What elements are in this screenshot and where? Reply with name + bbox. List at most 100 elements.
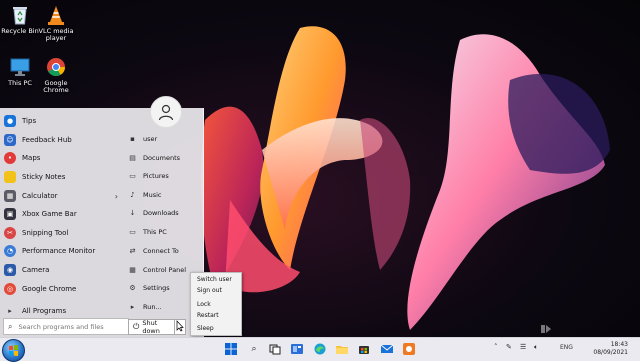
place-label: Control Panel [143,266,187,274]
store-icon[interactable] [357,342,371,356]
start-app-maps[interactable]: • Maps [4,150,118,166]
app-orange-icon[interactable] [402,342,416,356]
start-app-calculator[interactable]: ▦ Calculator › [4,188,118,204]
settings-gear-icon: ⚙ [129,284,136,292]
camera-icon: ◉ [4,264,16,276]
place-control-panel[interactable]: ▦ Control Panel [128,262,186,278]
start-app-tips[interactable]: ● Tips [4,113,118,129]
this-pc-icon: ▭ [129,228,136,236]
place-documents[interactable]: ▤ Documents [128,150,180,166]
place-this-pc[interactable]: ▭ This PC [128,224,167,240]
power-options-menu: Switch user Sign out Lock Restart Sleep [190,272,242,336]
start-app-snipping-tool[interactable]: ✂ Snipping Tool [4,225,118,241]
desktop-icon-label: This PC [8,79,32,87]
performance-monitor-icon: ◔ [4,245,16,257]
tips-icon: ● [4,115,16,127]
place-settings[interactable]: ⚙ Settings [128,280,170,296]
vlc-cone-icon [45,4,67,26]
place-label: Run... [143,303,162,311]
power-icon: ⏻ [133,322,140,331]
place-label: Downloads [143,209,179,217]
windows-logo-icon [225,343,237,355]
pictures-icon: ▭ [129,172,136,180]
feedback-icon: ☺ [4,134,16,146]
edge-icon[interactable] [313,342,327,356]
taskbar-search-icon[interactable]: ⌕ [247,342,261,356]
documents-icon: ▤ [129,154,136,162]
desktop: Recycle Bin VLC media player This PC Goo… [0,0,640,360]
watermark [540,324,606,336]
downloads-icon: ↓ [129,209,136,217]
app-label: Sticky Notes [22,173,66,181]
all-programs-button[interactable]: ▸ All Programs [4,303,118,319]
control-panel-icon: ▦ [129,266,136,274]
task-view-icon[interactable] [268,342,282,356]
tray-pen-icon[interactable]: ✎ [506,343,512,351]
place-label: This PC [143,228,167,236]
place-run[interactable]: ▸ Run... [128,299,162,315]
desktop-icon-recycle-bin[interactable]: Recycle Bin [0,4,40,35]
start-app-sticky-notes[interactable]: Sticky Notes [4,169,118,185]
clock-time: 18:43 [610,341,628,348]
taskbar-start-windows[interactable] [224,342,238,356]
start-app-camera[interactable]: ◉ Camera [4,262,118,278]
place-label: Documents [143,154,181,162]
start-app-google-chrome[interactable]: ◎ Google Chrome [4,281,118,297]
app-label: Maps [22,154,41,162]
sticky-notes-icon [4,171,16,183]
start-app-feedback-hub[interactable]: ☺ Feedback Hub [4,132,118,148]
menu-item-restart[interactable]: Restart [197,312,219,319]
place-label: Pictures [143,172,169,180]
mail-icon[interactable] [380,342,394,356]
place-label: Settings [143,284,170,292]
arrow-right-icon: ▸ [8,307,12,315]
menu-item-sleep[interactable]: Sleep [197,325,214,332]
start-app-xbox-game-bar[interactable]: ▣ Xbox Game Bar [4,206,118,222]
start-search-box[interactable]: ⌕ [3,318,129,335]
place-pictures[interactable]: ▭ Pictures [128,168,169,184]
menu-item-lock[interactable]: Lock [197,301,211,308]
tray-volume-icon[interactable]: 🔈︎ [534,343,538,352]
start-button[interactable] [2,339,25,362]
desktop-icon-label: Google Chrome [43,79,69,94]
clock-date: 08/09/2021 [593,349,628,356]
place-music[interactable]: ♪ Music [128,187,162,203]
music-icon: ♪ [130,191,135,199]
chrome-icon: ◎ [4,283,16,295]
shutdown-button[interactable]: ⏻ Shut down [128,319,176,335]
app-label: Xbox Game Bar [22,210,77,218]
desktop-icon-chrome[interactable]: Google Chrome [36,56,76,94]
tray-chevron-up-icon[interactable]: ˄ [494,343,498,351]
run-icon: ▸ [130,303,135,311]
recycle-bin-icon [9,4,31,26]
all-programs-label: All Programs [22,307,67,315]
menu-item-switch-user[interactable]: Switch user [197,276,232,283]
widgets-icon[interactable] [290,342,304,356]
desktop-icon-this-pc[interactable]: This PC [0,56,40,87]
start-app-performance-monitor[interactable]: ◔ Performance Monitor [4,243,118,259]
calculator-icon: ▦ [4,190,16,202]
taskbar-clock[interactable]: 18:43 08/09/2021 [593,341,628,357]
app-label: Tips [22,117,37,125]
taskbar: ⌕ ˄ ✎ ☰ 🔈︎ ENG 18:43 08/09/2021 [0,337,640,362]
place-label: Music [143,191,162,199]
search-input[interactable] [16,321,121,332]
menu-item-sign-out[interactable]: Sign out [197,287,222,294]
place-user[interactable]: ▪ user [128,131,157,147]
chrome-icon [45,56,67,78]
snipping-tool-icon: ✂ [4,227,16,239]
folder-user-icon: ▪ [130,135,135,143]
place-downloads[interactable]: ↓ Downloads [128,205,179,221]
place-connect-to[interactable]: ⇄ Connect To [128,243,179,259]
shutdown-label: Shut down [142,319,160,335]
start-menu-apps: ● Tips ☺ Feedback Hub • Maps Sticky Note… [0,108,129,337]
desktop-icon-vlc[interactable]: VLC media player [36,4,76,42]
watermark-logo-icon [541,325,551,333]
tray-language[interactable]: ENG [560,344,573,351]
app-label: Performance Monitor [22,247,96,255]
app-label: Snipping Tool [22,229,69,237]
tray-network-icon[interactable]: ☰ [520,343,526,351]
file-explorer-icon[interactable] [335,342,349,356]
windows-logo-icon [9,345,18,356]
desktop-icon-label: Recycle Bin [1,27,39,35]
